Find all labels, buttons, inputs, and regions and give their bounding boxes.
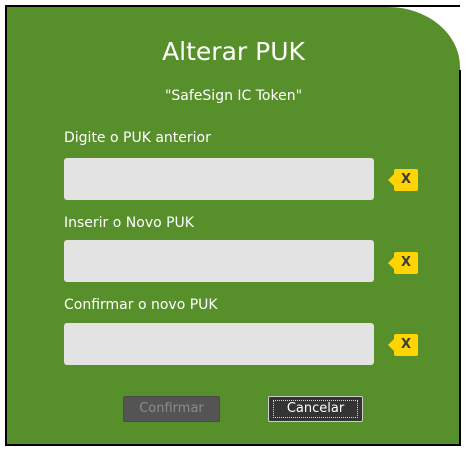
clear-icon: X: [394, 334, 418, 356]
old-puk-input[interactable]: [64, 158, 374, 200]
new-puk-label: Inserir o Novo PUK: [64, 215, 194, 231]
confirm-button[interactable]: Confirmar: [123, 396, 220, 422]
dialog-title: Alterar PUK: [162, 37, 305, 66]
window-border-right: [459, 70, 461, 446]
token-name: "SafeSign IC Token": [164, 88, 303, 104]
window-border-bottom: [5, 444, 461, 446]
cancel-button[interactable]: Cancelar: [268, 396, 363, 422]
change-puk-dialog: Alterar PUK "SafeSign IC Token" Digite o…: [7, 7, 460, 446]
cancel-button-label: Cancelar: [286, 401, 345, 416]
clear-new-puk-button[interactable]: X: [388, 252, 418, 274]
clear-icon: X: [394, 252, 418, 274]
clear-icon: X: [394, 169, 418, 191]
clear-old-puk-button[interactable]: X: [388, 169, 418, 191]
old-puk-label: Digite o PUK anterior: [64, 130, 211, 146]
clear-confirm-puk-button[interactable]: X: [388, 334, 418, 356]
confirm-puk-label: Confirmar o novo PUK: [64, 297, 218, 313]
new-puk-input[interactable]: [64, 240, 374, 282]
confirm-puk-input[interactable]: [64, 323, 374, 365]
